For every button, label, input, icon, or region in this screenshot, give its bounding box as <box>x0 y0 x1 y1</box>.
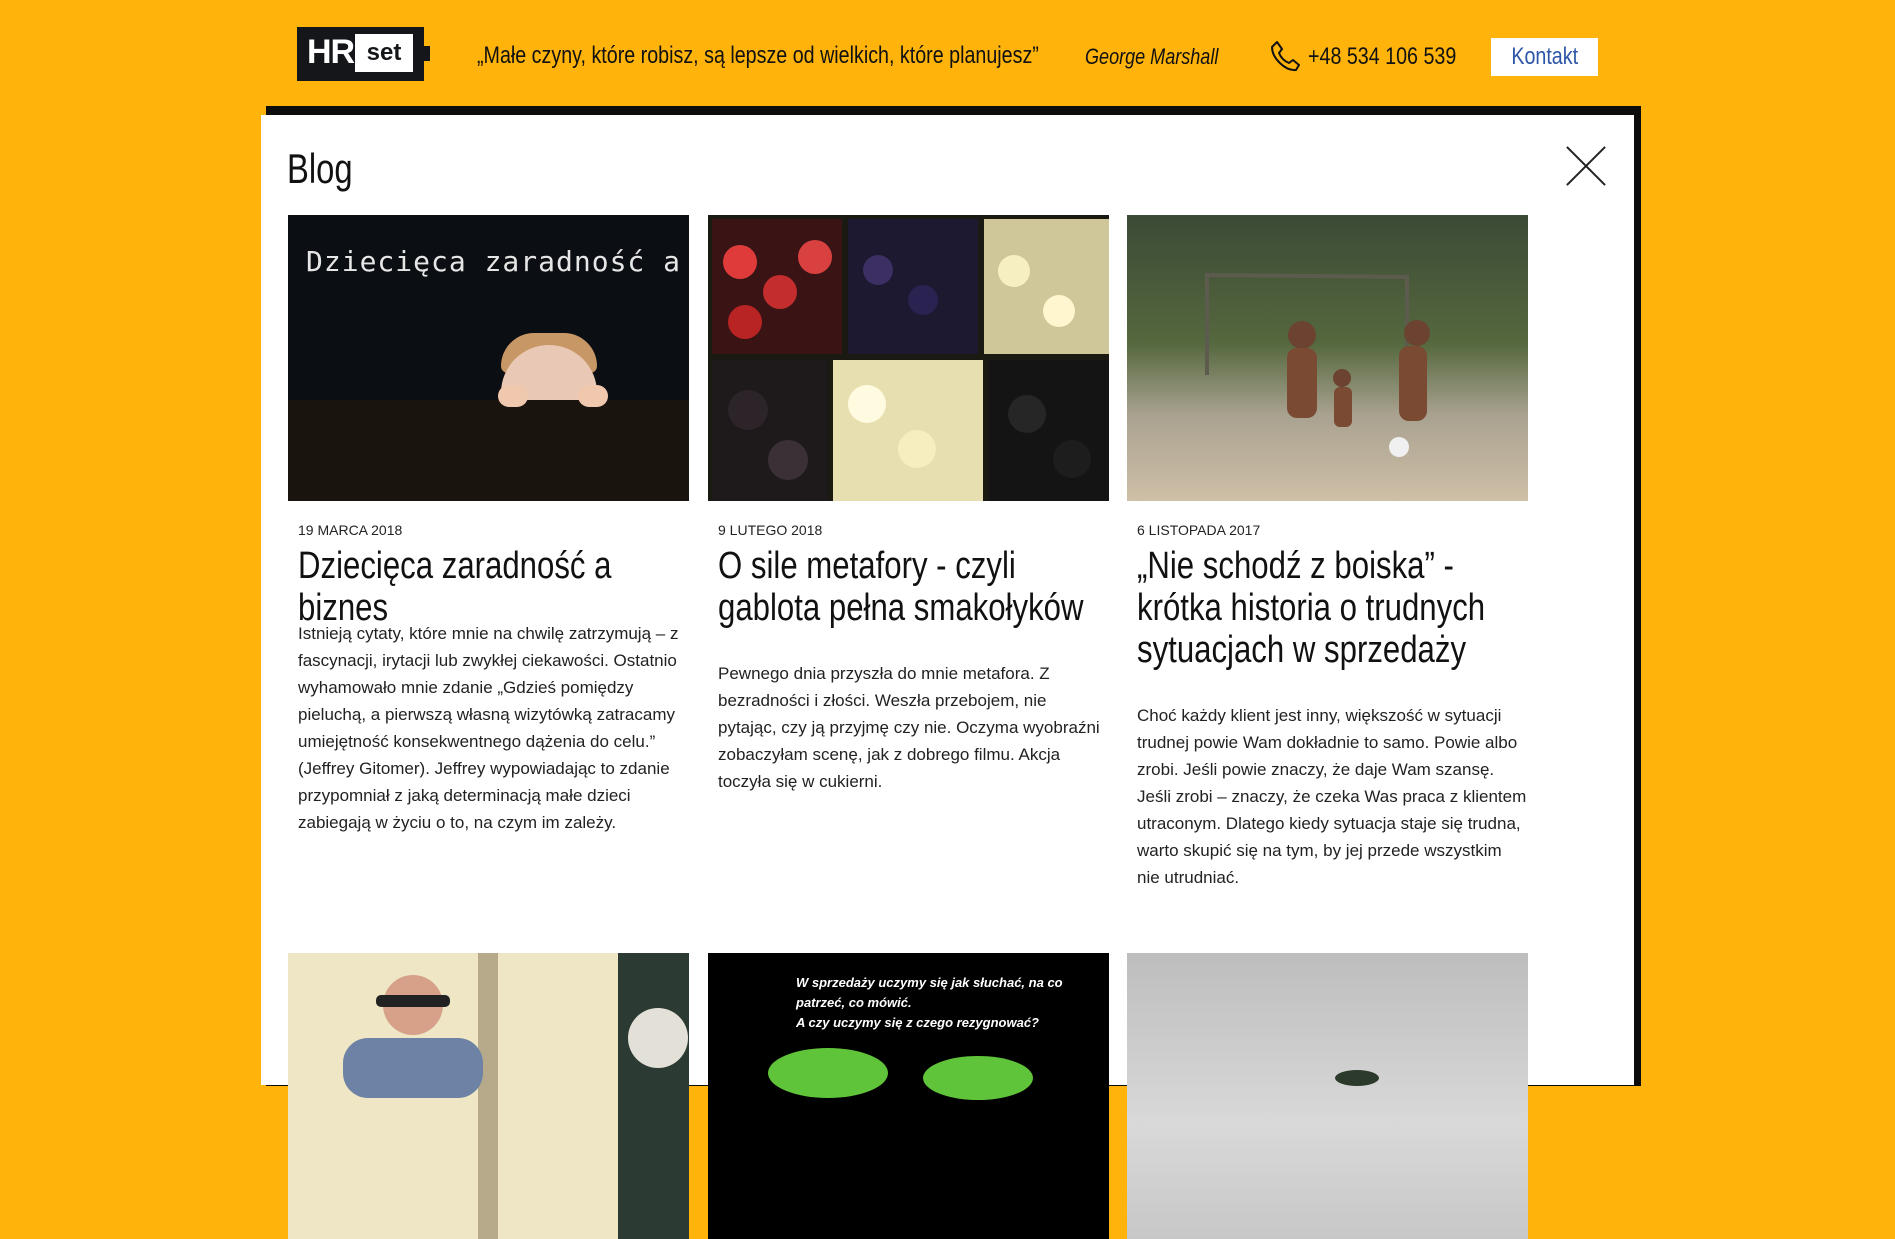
blog-card[interactable] <box>1127 953 1528 1239</box>
meeting-scene <box>343 953 689 1239</box>
post-image-football[interactable] <box>1127 215 1528 501</box>
sweet <box>768 440 808 480</box>
sweets-cell <box>712 360 827 501</box>
child-hand <box>498 385 528 407</box>
blog-card[interactable] <box>288 953 689 1239</box>
sweet <box>723 245 757 279</box>
blog-card[interactable]: 6 LISTOPADA 2017 „Nie schodź z boiska” -… <box>1127 215 1528 887</box>
quote-author: George Marshall <box>1085 44 1219 69</box>
post-date: 9 LUTEGO 2018 <box>718 522 823 538</box>
child-hand <box>578 385 608 407</box>
sweet <box>728 305 762 339</box>
post-title[interactable]: O sile metafory - czyli gablota pełna sm… <box>718 545 1103 629</box>
sweet <box>1053 440 1091 478</box>
header-quote: „Małe czyny, które robisz, są lepsze od … <box>477 42 1039 69</box>
sweet <box>763 275 797 309</box>
sweet <box>863 255 893 285</box>
football-scene <box>1205 272 1430 457</box>
post-date: 6 LISTOPADA 2017 <box>1137 522 1261 538</box>
post-image-sky[interactable] <box>1127 953 1528 1239</box>
sweets-cell <box>833 360 983 501</box>
post-image-sweets[interactable] <box>708 215 1109 501</box>
sweet <box>798 240 832 274</box>
blog-card[interactable]: Dziecięca zaradność a bizn 19 MARCA 2018… <box>288 215 689 832</box>
post-excerpt: Pewnego dnia przyszła do mnie metafora. … <box>718 664 1100 791</box>
phone-number[interactable]: +48 534 106 539 <box>1308 43 1456 71</box>
hrset-logo[interactable]: HR set <box>297 27 430 81</box>
sky-scene <box>1335 1070 1379 1086</box>
sweets-cell <box>989 360 1109 501</box>
post-title[interactable]: „Nie schodź z boiska” - krótka historia … <box>1137 545 1522 671</box>
sweets-cell <box>984 219 1109 354</box>
contact-button-label: Kontakt <box>1511 43 1578 70</box>
logo-battery-tip <box>424 46 430 61</box>
post-title[interactable]: Dziecięca zaradność a biznes <box>298 545 683 629</box>
post-excerpt: Choć każdy klient jest inny, większość w… <box>1137 706 1527 887</box>
sweet <box>728 390 768 430</box>
phone-icon <box>1271 41 1300 72</box>
blog-panel: Blog Dziecięca zaradność a bizn 19 MARCA… <box>261 115 1634 1239</box>
contact-button[interactable]: Kontakt <box>1491 38 1598 76</box>
sweet <box>1043 295 1075 327</box>
post-image-kermit[interactable]: W sprzedaży uczymy się jak słuchać, na c… <box>708 953 1109 1239</box>
post-image-meeting[interactable] <box>288 953 689 1239</box>
sweets-cell <box>848 219 978 354</box>
logo-set-text: set <box>355 34 413 72</box>
post-excerpt: Istnieją cytaty, które mnie na chwilę za… <box>298 624 679 832</box>
sweet <box>908 285 938 315</box>
sweet <box>898 430 936 468</box>
close-icon[interactable] <box>1565 145 1607 187</box>
image-chalk-text: Dziecięca zaradność a bizn <box>306 245 689 278</box>
sweet <box>998 255 1030 287</box>
logo-hr-text: HR <box>307 33 355 71</box>
table-edge <box>288 400 689 501</box>
post-image-child[interactable]: Dziecięca zaradność a bizn <box>288 215 689 501</box>
kermit-scene <box>768 1048 1033 1100</box>
blog-card[interactable]: 9 LUTEGO 2018 O sile metafory - czyli ga… <box>708 215 1109 791</box>
sweet <box>848 385 886 423</box>
blog-card[interactable]: W sprzedaży uczymy się jak słuchać, na c… <box>708 953 1109 1239</box>
post-date: 19 MARCA 2018 <box>298 522 403 538</box>
sweet <box>1008 395 1046 433</box>
panel-title: Blog <box>287 145 353 192</box>
